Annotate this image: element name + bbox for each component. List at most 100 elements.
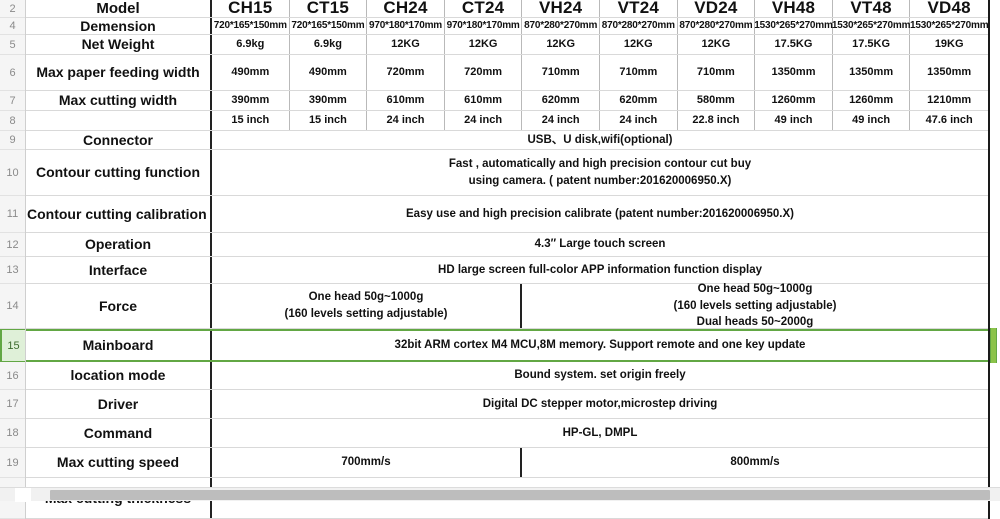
data-cell[interactable]: 390mm: [290, 91, 368, 110]
data-cell[interactable]: 710mm: [522, 55, 600, 90]
data-cell[interactable]: 17.5KG: [833, 35, 911, 54]
data-cell[interactable]: 6.9kg: [290, 35, 368, 54]
data-cell[interactable]: 1260mm: [755, 91, 833, 110]
row-label[interactable]: Connector: [26, 131, 212, 149]
row-label[interactable]: Max paper feeding width: [26, 55, 212, 90]
data-cell[interactable]: 15 inch: [212, 111, 290, 130]
row-header-19[interactable]: 19: [0, 448, 25, 478]
row-label[interactable]: Demension: [26, 18, 212, 34]
merged-cell[interactable]: Digital DC stepper motor,microstep drivi…: [212, 390, 988, 418]
row-label[interactable]: Operation: [26, 233, 212, 256]
model-cell-CH15[interactable]: CH15: [212, 0, 290, 17]
data-cell[interactable]: 12KG: [522, 35, 600, 54]
data-cell[interactable]: 390mm: [212, 91, 290, 110]
data-cell[interactable]: 710mm: [678, 55, 756, 90]
row-header-6[interactable]: 6: [0, 55, 25, 91]
data-cell[interactable]: 49 inch: [755, 111, 833, 130]
model-cell-CH24[interactable]: CH24: [367, 0, 445, 17]
data-cell[interactable]: 47.6 inch: [910, 111, 988, 130]
model-cell-VH48[interactable]: VH48: [755, 0, 833, 17]
merged-cell[interactable]: HP-GL, DMPL: [212, 419, 988, 447]
row-label[interactable]: Max cutting speed: [26, 448, 212, 477]
data-cell[interactable]: 24 inch: [522, 111, 600, 130]
row-label[interactable]: Max cutting width: [26, 91, 212, 110]
data-cell[interactable]: 1350mm: [755, 55, 833, 90]
data-cell[interactable]: 490mm: [212, 55, 290, 90]
row-label[interactable]: Interface: [26, 257, 212, 283]
data-cell[interactable]: 870*280*270mm: [600, 18, 678, 34]
row-label[interactable]: location mode: [26, 362, 212, 389]
merged-cell[interactable]: Bound system. set origin freely: [212, 362, 988, 389]
model-cell-VD48[interactable]: VD48: [910, 0, 988, 17]
split-cell-right[interactable]: 800mm/s: [522, 448, 988, 477]
model-cell-CT15[interactable]: CT15: [290, 0, 368, 17]
data-cell[interactable]: 580mm: [678, 91, 756, 110]
data-cell[interactable]: 720*165*150mm: [290, 18, 368, 34]
data-cell[interactable]: 970*180*170mm: [445, 18, 523, 34]
merged-cell[interactable]: Easy use and high precision calibrate (p…: [212, 196, 988, 232]
model-cell-VH24[interactable]: VH24: [522, 0, 600, 17]
data-cell[interactable]: 1530*265*270mm: [832, 18, 910, 34]
model-cell-VT48[interactable]: VT48: [833, 0, 911, 17]
data-cell[interactable]: 12KG: [600, 35, 678, 54]
data-cell[interactable]: 720mm: [445, 55, 523, 90]
merged-cell[interactable]: 32bit ARM cortex M4 MCU,8M memory. Suppo…: [212, 329, 988, 361]
split-cell-left[interactable]: 700mm/s: [212, 448, 522, 477]
data-cell[interactable]: 610mm: [367, 91, 445, 110]
row-header-14[interactable]: 14: [0, 284, 25, 329]
data-cell[interactable]: 1530*265*270mm: [754, 18, 833, 34]
data-cell[interactable]: 710mm: [600, 55, 678, 90]
data-cell[interactable]: 1260mm: [833, 91, 911, 110]
data-cell[interactable]: 490mm: [290, 55, 368, 90]
data-cell[interactable]: 720*165*150mm: [212, 18, 290, 34]
split-cell-right[interactable]: One head 50g~1000g (160 levels setting ad…: [522, 283, 988, 328]
data-cell[interactable]: 720mm: [367, 55, 445, 90]
row-label[interactable]: Contour cutting calibration: [26, 196, 212, 232]
row-label[interactable]: Contour cutting function: [26, 150, 212, 195]
model-cell-CT24[interactable]: CT24: [445, 0, 523, 17]
row-header-10[interactable]: 10: [0, 150, 25, 196]
data-cell[interactable]: 12KG: [367, 35, 445, 54]
data-cell[interactable]: 49 inch: [833, 111, 911, 130]
data-cell[interactable]: 17.5KG: [755, 35, 833, 54]
data-cell[interactable]: 15 inch: [290, 111, 368, 130]
row-header-5[interactable]: 5: [0, 35, 25, 55]
row-label[interactable]: Net Weight: [26, 35, 212, 54]
data-cell[interactable]: 19KG: [910, 35, 988, 54]
row-label[interactable]: Force: [26, 284, 212, 328]
data-cell[interactable]: 970*180*170mm: [367, 18, 445, 34]
selection-handle-right[interactable]: [990, 328, 997, 363]
row-label[interactable]: Command: [26, 419, 212, 447]
row-header-13[interactable]: 13: [0, 257, 25, 284]
data-cell[interactable]: 1530*265*270mm: [910, 18, 989, 34]
split-cell-left[interactable]: One head 50g~1000g (160 levels setting ad…: [212, 284, 522, 328]
horizontal-scrollbar[interactable]: [0, 487, 1000, 502]
model-cell-VT24[interactable]: VT24: [600, 0, 678, 17]
row-header-18[interactable]: 18: [0, 419, 25, 448]
row-header-8[interactable]: 8: [0, 111, 25, 131]
data-cell[interactable]: 12KG: [445, 35, 523, 54]
data-cell[interactable]: 6.9kg: [212, 35, 290, 54]
data-cell[interactable]: 610mm: [445, 91, 523, 110]
model-cell-VD24[interactable]: VD24: [678, 0, 756, 17]
data-cell[interactable]: 12KG: [678, 35, 756, 54]
row-header-2[interactable]: 2: [0, 0, 25, 18]
data-cell[interactable]: 1350mm: [833, 55, 911, 90]
row-header-9[interactable]: 9: [0, 131, 25, 150]
row-header-7[interactable]: 7: [0, 91, 25, 111]
row-label[interactable]: Driver: [26, 390, 212, 418]
data-cell[interactable]: 870*280*270mm: [678, 18, 756, 34]
row-header-16[interactable]: 16: [0, 362, 25, 390]
row-label[interactable]: Model: [26, 0, 212, 17]
data-cell[interactable]: 620mm: [600, 91, 678, 110]
data-cell[interactable]: 24 inch: [445, 111, 523, 130]
merged-cell[interactable]: HD large screen full-color APP informati…: [212, 257, 988, 283]
row-label[interactable]: [26, 111, 212, 130]
row-header-15[interactable]: 15: [0, 329, 25, 362]
data-cell[interactable]: 620mm: [522, 91, 600, 110]
merged-cell[interactable]: 4.3″ Large touch screen: [212, 233, 988, 256]
row-label[interactable]: Mainboard: [26, 329, 212, 361]
row-header-17[interactable]: 17: [0, 390, 25, 419]
merged-cell[interactable]: USB、U disk,wifi(optional): [212, 131, 988, 149]
data-cell[interactable]: 24 inch: [367, 111, 445, 130]
